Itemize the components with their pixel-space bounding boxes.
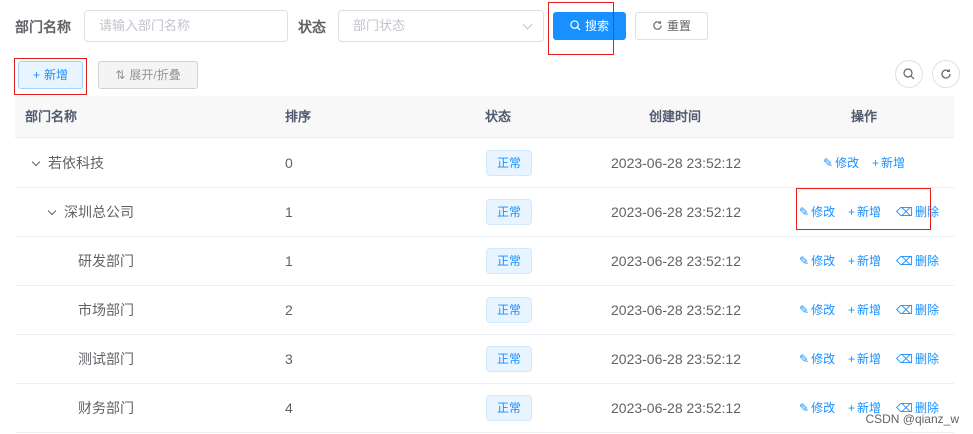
- edit-link-label: 修改: [811, 254, 836, 268]
- chevron-down-icon: [522, 19, 533, 30]
- order-cell: 1: [285, 253, 293, 269]
- reset-button[interactable]: 重置: [635, 12, 708, 40]
- edit-link-label: 修改: [835, 156, 860, 170]
- add-child-link[interactable]: + 新增: [848, 237, 881, 286]
- edit-link[interactable]: ✎ 修改: [799, 384, 835, 433]
- add-child-link[interactable]: + 新增: [848, 286, 881, 335]
- delete-link[interactable]: ⌫ 删除: [896, 335, 939, 384]
- delete-link[interactable]: ⌫ 删除: [896, 237, 939, 286]
- add-child-link-label: 新增: [857, 352, 882, 366]
- add-child-link-label: 新增: [857, 303, 882, 317]
- table-row: 财务部门 4 正常 2023-06-28 23:52:12 ✎ 修改 + 新增 ⌫ 删…: [15, 384, 954, 433]
- created-time-cell: 2023-06-28 23:52:12: [611, 302, 741, 318]
- dept-name-cell: 市场部门: [78, 302, 134, 318]
- dept-name-cell: 深圳总公司: [64, 204, 134, 220]
- edit-link-label: 修改: [811, 352, 836, 366]
- order-cell: 3: [285, 351, 293, 367]
- order-cell: 4: [285, 400, 293, 416]
- dept-name-cell: 研发部门: [78, 253, 134, 269]
- edit-icon: ✎: [799, 254, 810, 268]
- add-child-link-label: 新增: [857, 254, 882, 268]
- created-time-cell: 2023-06-28 23:52:12: [611, 253, 741, 269]
- dept-name-input[interactable]: 请输入部门名称: [84, 10, 288, 42]
- edit-icon: ✎: [799, 401, 810, 415]
- plus-icon: +: [872, 156, 880, 170]
- status-badge: 正常: [486, 150, 532, 176]
- delete-icon: ⌫: [896, 303, 913, 317]
- status-select[interactable]: 部门状态: [338, 10, 544, 42]
- plus-icon: +: [848, 352, 856, 366]
- add-child-link-label: 新增: [881, 156, 906, 170]
- edit-link[interactable]: ✎ 修改: [799, 286, 835, 335]
- search-icon: [903, 68, 915, 80]
- table-row: 若依科技 0 正常 2023-06-28 23:52:12 ✎ 修改 + 新增: [15, 139, 954, 188]
- status-badge: 正常: [486, 199, 532, 225]
- edit-link[interactable]: ✎ 修改: [823, 139, 859, 188]
- status-badge: 正常: [486, 346, 532, 372]
- delete-link-label: 删除: [914, 254, 939, 268]
- status-select-placeholder: 部门状态: [353, 18, 406, 33]
- table-header: 部门名称 排序 状态 创建时间 操作: [15, 96, 954, 138]
- reset-button-label: 重置: [666, 19, 691, 33]
- column-header-actions: 操作: [851, 109, 878, 124]
- add-child-link[interactable]: + 新增: [872, 139, 905, 188]
- status-label: 状态: [298, 19, 326, 35]
- table-row: 研发部门 1 正常 2023-06-28 23:52:12 ✎ 修改 + 新增 ⌫ 删…: [15, 237, 954, 286]
- table-row: 市场部门 2 正常 2023-06-28 23:52:12 ✎ 修改 + 新增 ⌫ 删…: [15, 286, 954, 335]
- refresh-icon: [653, 21, 662, 30]
- table-row: 测试部门 3 正常 2023-06-28 23:52:12 ✎ 修改 + 新增 ⌫ 删…: [15, 335, 954, 384]
- order-cell: 1: [285, 204, 293, 220]
- edit-link[interactable]: ✎ 修改: [799, 335, 835, 384]
- expand-collapse-label: 展开/折叠: [129, 68, 181, 82]
- delete-icon: ⌫: [896, 254, 913, 268]
- column-header-status: 状态: [485, 109, 512, 124]
- add-child-link[interactable]: + 新增: [848, 335, 881, 384]
- expand-collapse-button[interactable]: ⇅ 展开/折叠: [98, 61, 198, 89]
- order-cell: 2: [285, 302, 293, 318]
- dept-name-cell: 若依科技: [48, 155, 104, 171]
- status-badge: 正常: [486, 297, 532, 323]
- chevron-down-icon[interactable]: [47, 206, 57, 216]
- sort-icon: ⇅: [115, 68, 126, 82]
- plus-icon: +: [848, 303, 856, 317]
- delete-link[interactable]: ⌫ 删除: [896, 286, 939, 335]
- plus-icon: +: [848, 401, 856, 415]
- dept-name-label: 部门名称: [15, 19, 71, 35]
- delete-link-label: 删除: [914, 352, 939, 366]
- refresh-button[interactable]: [932, 60, 960, 88]
- edit-icon: ✎: [823, 156, 834, 170]
- highlight-box-add: [14, 58, 87, 95]
- dept-name-cell: 财务部门: [78, 400, 134, 416]
- search-toggle-button[interactable]: [895, 60, 923, 88]
- edit-icon: ✎: [799, 352, 810, 366]
- highlight-box-search: [548, 2, 614, 55]
- created-time-cell: 2023-06-28 23:52:12: [611, 400, 741, 416]
- delete-link-label: 删除: [914, 303, 939, 317]
- created-time-cell: 2023-06-28 23:52:12: [611, 204, 741, 220]
- edit-link-label: 修改: [811, 401, 836, 415]
- delete-icon: ⌫: [896, 352, 913, 366]
- status-badge: 正常: [486, 395, 532, 421]
- dept-name-cell: 测试部门: [78, 351, 134, 367]
- created-time-cell: 2023-06-28 23:52:12: [611, 155, 741, 171]
- edit-link[interactable]: ✎ 修改: [799, 237, 835, 286]
- edit-link-label: 修改: [811, 303, 836, 317]
- column-header-dept-name: 部门名称: [25, 109, 78, 124]
- edit-icon: ✎: [799, 303, 810, 317]
- csdn-watermark: CSDN @qianz_w: [865, 412, 959, 426]
- order-cell: 0: [285, 155, 293, 171]
- plus-icon: +: [848, 254, 856, 268]
- column-header-order: 排序: [285, 109, 312, 124]
- highlight-box-actions: [796, 188, 931, 230]
- refresh-icon: [941, 69, 951, 79]
- status-badge: 正常: [486, 248, 532, 274]
- chevron-down-icon[interactable]: [31, 157, 41, 167]
- column-header-created: 创建时间: [649, 109, 702, 124]
- created-time-cell: 2023-06-28 23:52:12: [611, 351, 741, 367]
